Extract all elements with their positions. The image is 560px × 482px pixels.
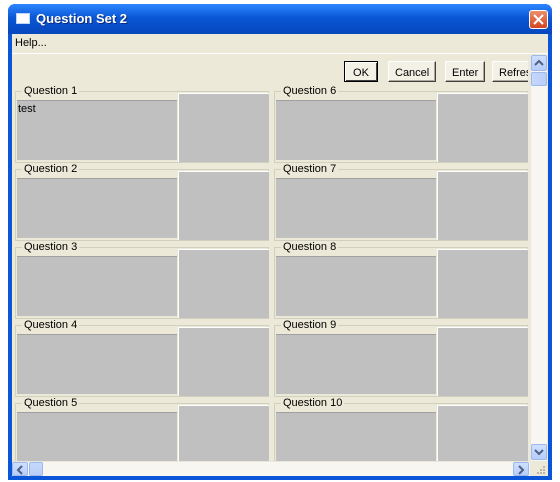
question-label: Question 4 [22, 319, 80, 331]
question-label: Question 3 [22, 241, 80, 253]
vertical-scrollbar[interactable] [530, 55, 547, 461]
question-side-panel [178, 93, 269, 162]
question-group-9: Question 9 [274, 319, 528, 397]
scroll-down-button[interactable] [531, 444, 547, 460]
horizontal-scroll-thumb[interactable] [29, 462, 43, 476]
answer-field[interactable] [276, 412, 436, 461]
horizontal-scrollbar[interactable] [12, 461, 530, 476]
question-label: Question 10 [281, 397, 345, 409]
window-client-area: Help... OK Cancel Enter Refresh Question… [12, 34, 548, 476]
answer-field[interactable]: test [17, 100, 177, 160]
question-group-2: Question 2 [15, 163, 269, 241]
close-button[interactable] [529, 10, 548, 29]
question-group-3: Question 3 [15, 241, 269, 319]
question-group-6: Question 6 [274, 85, 528, 163]
scroll-right-button[interactable] [513, 462, 529, 476]
answer-field[interactable] [17, 412, 177, 461]
answer-field[interactable] [17, 256, 177, 316]
question-group-8: Question 8 [274, 241, 528, 319]
ok-button[interactable]: OK [344, 61, 378, 82]
question-side-panel [437, 405, 528, 461]
question-label: Question 6 [281, 85, 339, 97]
question-label: Question 5 [22, 397, 80, 409]
question-group-7: Question 7 [274, 163, 528, 241]
question-label: Question 7 [281, 163, 339, 175]
chevron-down-icon [534, 449, 544, 456]
question-side-panel [437, 171, 528, 240]
chevron-left-icon [16, 465, 23, 475]
scroll-left-button[interactable] [12, 462, 28, 476]
question-label: Question 8 [281, 241, 339, 253]
question-set-window: Question Set 2 Help... OK Cancel Enter R… [8, 4, 552, 480]
question-group-4: Question 4 [15, 319, 269, 397]
answer-field[interactable] [276, 100, 436, 160]
enter-button[interactable]: Enter [445, 61, 485, 82]
question-label: Question 1 [22, 85, 80, 97]
menu-bar: Help... [12, 34, 548, 54]
question-side-panel [178, 405, 269, 461]
question-side-panel [437, 327, 528, 396]
question-label: Question 9 [281, 319, 339, 331]
resize-grip-icon [537, 466, 545, 474]
question-group-5: Question 5 [15, 397, 269, 461]
question-group-10: Question 10 [274, 397, 528, 461]
menu-help[interactable]: Help... [15, 37, 47, 49]
question-side-panel [178, 171, 269, 240]
question-label: Question 2 [22, 163, 80, 175]
window-title: Question Set 2 [36, 11, 128, 26]
title-bar[interactable]: Question Set 2 [8, 4, 552, 34]
refresh-button[interactable]: Refresh [492, 61, 528, 82]
question-side-panel [437, 249, 528, 318]
window-icon [16, 13, 30, 24]
cancel-button[interactable]: Cancel [388, 61, 436, 82]
vertical-scroll-thumb[interactable] [531, 72, 547, 86]
chevron-up-icon [534, 59, 544, 66]
answer-field[interactable] [17, 178, 177, 238]
scroll-up-button[interactable] [531, 55, 547, 71]
question-group-1: Question 1 test [15, 85, 269, 163]
answer-field[interactable] [276, 334, 436, 394]
resize-grip[interactable] [530, 461, 548, 476]
chevron-right-icon [518, 465, 525, 475]
question-side-panel [178, 249, 269, 318]
question-side-panel [178, 327, 269, 396]
questions-panel: OK Cancel Enter Refresh Question 1 test … [12, 55, 528, 461]
answer-field[interactable] [276, 256, 436, 316]
close-icon [533, 14, 544, 25]
question-side-panel [437, 93, 528, 162]
answer-field[interactable] [276, 178, 436, 238]
answer-field[interactable] [17, 334, 177, 394]
